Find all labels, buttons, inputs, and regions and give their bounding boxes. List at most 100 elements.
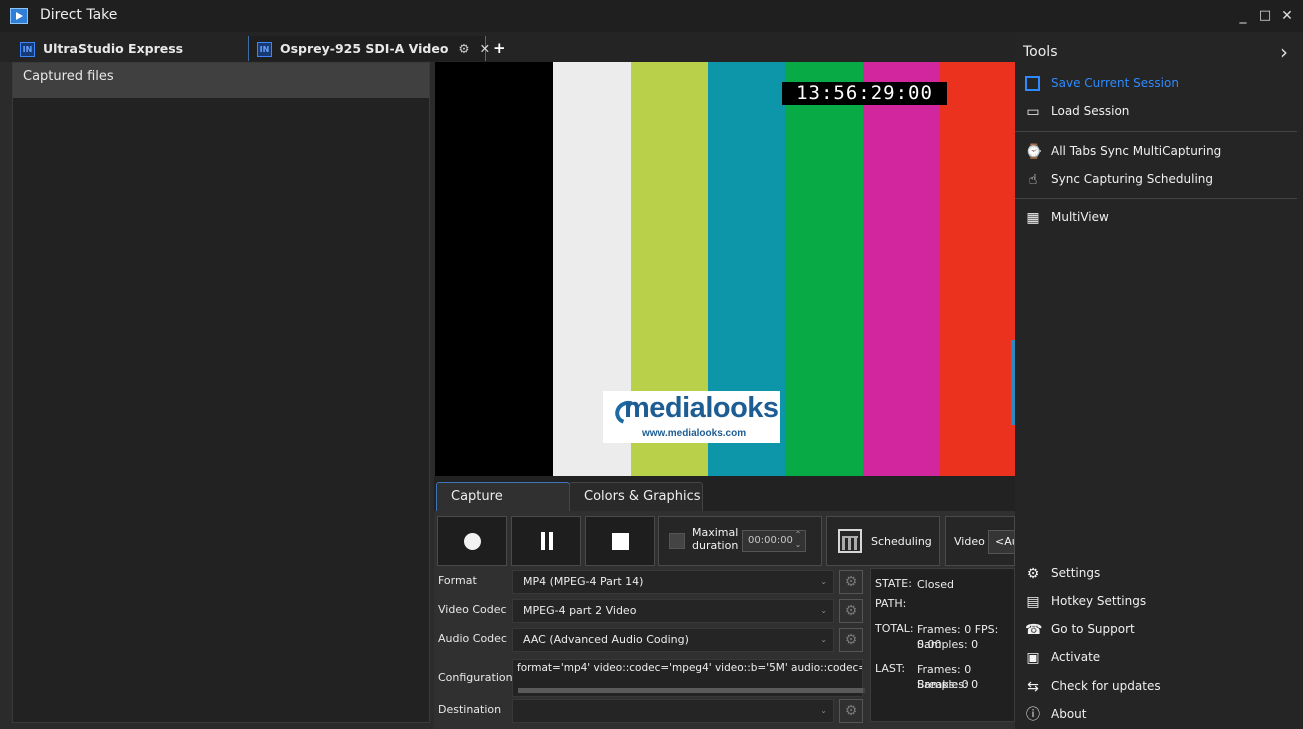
last-samples-value: Samples: 0 [917, 678, 979, 691]
tools-divider [1015, 131, 1297, 132]
pause-icon [541, 532, 553, 550]
logo-text: medialooks [624, 392, 779, 424]
tools-title: Tools [1023, 44, 1058, 60]
save-icon [1025, 76, 1040, 91]
color-bar [785, 62, 863, 476]
check-for-updates-label: Check for updates [1051, 679, 1161, 693]
save-current-session-label: Save Current Session [1051, 76, 1179, 90]
maximal-duration-checkbox[interactable] [669, 533, 685, 549]
video-codec-settings-gear-icon[interactable]: ⚙ [839, 599, 863, 623]
video-preview: 13:56:29:00 medialooks www.medialooks.co… [435, 62, 1015, 476]
stop-icon [612, 533, 629, 550]
multiview-label: MultiView [1051, 210, 1109, 224]
window-title: Direct Take [40, 7, 118, 23]
tools-panel: Tools › Save Current Session ▭ Load Sess… [1015, 32, 1303, 729]
destination-settings-gear-icon[interactable]: ⚙ [839, 699, 863, 723]
record-icon [464, 533, 481, 550]
add-tab-button[interactable]: + [493, 36, 506, 61]
stopwatch-icon: ⌚ [1025, 144, 1043, 160]
go-to-support-label: Go to Support [1051, 622, 1135, 636]
gear-icon: ⚙ [1026, 566, 1040, 582]
format-label: Format [438, 574, 477, 587]
captured-files-panel: Captured files [12, 62, 430, 723]
scheduling-label: Scheduling [871, 535, 932, 548]
medialooks-logo: medialooks www.medialooks.com [603, 391, 780, 443]
chevron-right-icon[interactable]: › [1280, 40, 1288, 64]
support-icon: ☎ [1025, 622, 1043, 638]
tab-osprey-video[interactable]: IN Osprey-925 SDI-A Video ⚙ ✕ [248, 36, 490, 61]
format-row: Format MP4 (MPEG-4 Part 14) ⌄ ⚙ [434, 569, 870, 595]
chevron-down-icon: ⌄ [820, 635, 827, 644]
configuration-row: Configuration format='mp4' video::codec=… [434, 657, 870, 701]
pause-button[interactable] [511, 516, 581, 566]
audio-codec-label: Audio Codec [438, 632, 507, 645]
duration-spinner[interactable]: ⌃ ⌄ [792, 530, 804, 552]
record-button[interactable] [437, 516, 507, 566]
chevron-down-icon: ⌄ [820, 577, 827, 586]
video-codec-select[interactable]: MPEG-4 part 2 Video ⌄ [512, 599, 834, 623]
about-label: About [1051, 707, 1087, 721]
video-select[interactable]: <Au [988, 530, 1014, 554]
input-badge-icon: IN [20, 42, 35, 57]
scrollbar-thumb[interactable] [518, 688, 863, 693]
audio-codec-settings-gear-icon[interactable]: ⚙ [839, 628, 863, 652]
video-codec-row: Video Codec MPEG-4 part 2 Video ⌄ ⚙ [434, 598, 870, 624]
destination-select[interactable]: ⌄ [512, 699, 834, 723]
tab-settings-gear-icon[interactable]: ⚙ [458, 41, 469, 56]
audio-codec-row: Audio Codec AAC (Advanced Audio Coding) ⌄… [434, 627, 870, 653]
tab-label: UltraStudio Express [42, 41, 184, 56]
calendar-icon [838, 529, 862, 553]
maximal-duration-label: Maximal duration [692, 526, 739, 552]
configuration-label: Configuration [438, 671, 513, 684]
configuration-scrollbar[interactable] [518, 688, 865, 693]
color-bar [435, 62, 553, 476]
hand-pointer-icon: ☝ [1028, 172, 1038, 188]
info-icon: ⓘ [1026, 707, 1040, 723]
title-bar: Direct Take _ □ ✕ [0, 0, 1303, 32]
chevron-down-icon: ⌄ [820, 606, 827, 615]
tab-ultrastudio-express[interactable]: IN UltraStudio Express [20, 36, 246, 61]
app-logo-icon [10, 8, 28, 24]
activate-icon: ▣ [1026, 650, 1040, 666]
video-label: Video [954, 535, 985, 548]
color-bar [940, 62, 1015, 476]
chevron-down-icon: ⌄ [820, 706, 827, 715]
video-codec-value: MPEG-4 part 2 Video [523, 604, 637, 617]
update-icon: ⇆ [1027, 679, 1039, 695]
folder-icon: ▭ [1026, 104, 1040, 120]
tools-divider [1015, 198, 1297, 199]
minimize-button[interactable]: _ [1232, 5, 1254, 27]
maximal-duration-group: Maximal duration 00:00:00 ⌃ ⌄ [658, 516, 822, 566]
audio-codec-select[interactable]: AAC (Advanced Audio Coding) ⌄ [512, 628, 834, 652]
destination-label: Destination [438, 703, 502, 716]
scheduling-button[interactable]: Scheduling [826, 516, 940, 566]
close-window-button[interactable]: ✕ [1276, 5, 1298, 27]
total-samples-value: Samples: 0 [917, 638, 979, 651]
maximize-button[interactable]: □ [1254, 5, 1276, 27]
format-select[interactable]: MP4 (MPEG-4 Part 14) ⌄ [512, 570, 834, 594]
path-key: PATH: [875, 597, 907, 610]
all-tabs-sync-label: All Tabs Sync MultiCapturing [1051, 144, 1222, 158]
audio-codec-value: AAC (Advanced Audio Coding) [523, 633, 689, 646]
maximal-label-line2: duration [692, 539, 739, 552]
keyboard-icon: ▤ [1026, 594, 1040, 610]
capture-status-panel: STATE: Closed PATH: TOTAL: Frames: 0 FPS… [870, 568, 1015, 722]
state-value: Closed [917, 578, 954, 591]
format-value: MP4 (MPEG-4 Part 14) [523, 575, 644, 588]
stop-button[interactable] [585, 516, 655, 566]
tab-colors-graphics[interactable]: Colors & Graphics [569, 482, 703, 511]
video-codec-label: Video Codec [438, 603, 507, 616]
load-session-label: Load Session [1051, 104, 1130, 118]
last-key: LAST: [875, 662, 906, 675]
multiview-grid-icon: ▦ [1026, 210, 1040, 226]
bottom-tabs: Capture Colors & Graphics [434, 476, 1015, 511]
sync-capturing-scheduling-label: Sync Capturing Scheduling [1051, 172, 1214, 186]
tab-close-icon[interactable]: ✕ [480, 41, 490, 56]
video-settings-group: Video <Au [945, 516, 1015, 566]
format-settings-gear-icon[interactable]: ⚙ [839, 570, 863, 594]
destination-row: Destination ⌄ ⚙ [434, 698, 870, 724]
tab-capture[interactable]: Capture [436, 482, 570, 511]
device-tab-bar: IN UltraStudio Express IN Osprey-925 SDI… [0, 32, 1015, 62]
activate-label: Activate [1051, 650, 1101, 664]
maximal-label-line1: Maximal [692, 526, 739, 539]
